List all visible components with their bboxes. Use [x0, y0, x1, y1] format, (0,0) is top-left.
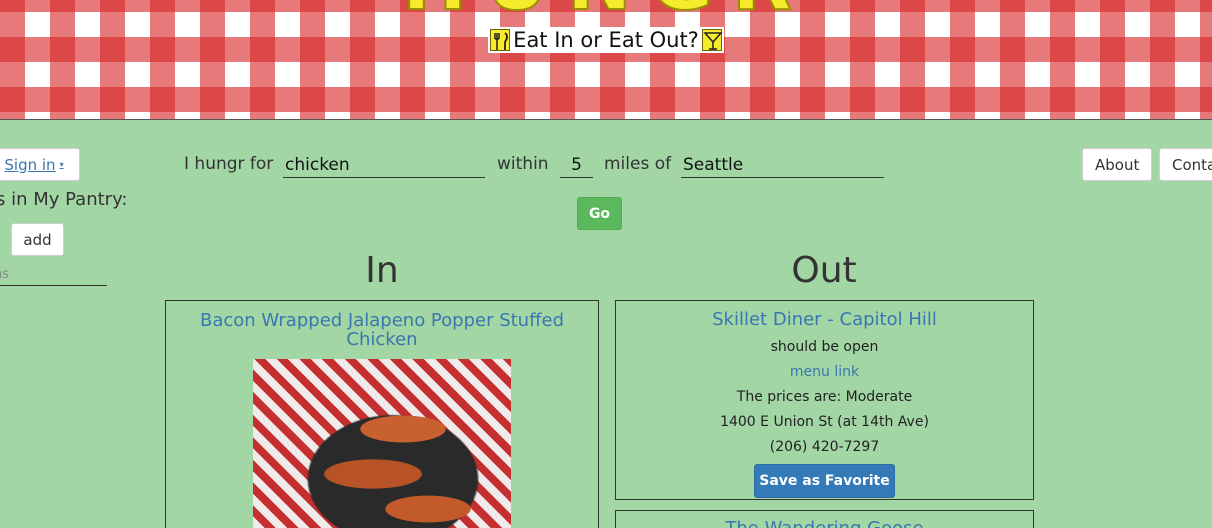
- pantry-title: s in My Pantry:: [0, 189, 128, 210]
- header-banner: HUNGR Eat In or Eat Out?: [0, 0, 1212, 120]
- recipe-title-link[interactable]: Bacon Wrapped Jalapeno Popper Stuffed Ch…: [166, 311, 598, 349]
- cocktail-glass-icon: [701, 29, 723, 51]
- fork-knife-icon: [490, 29, 511, 51]
- sign-in-dropdown[interactable]: Sign in ▾: [0, 148, 80, 181]
- tagline-row: Eat In or Eat Out?: [0, 27, 1212, 56]
- go-button[interactable]: Go: [577, 197, 622, 230]
- eat-out-heading: Out: [791, 250, 857, 291]
- within-label: within: [497, 154, 549, 174]
- phone-number: (206) 420-7297: [769, 439, 880, 455]
- restaurant-name-link[interactable]: Skillet Diner - Capitol Hill: [616, 309, 1033, 330]
- recipe-image[interactable]: [253, 359, 511, 528]
- hungr-for-label: I hungr for: [184, 154, 274, 174]
- restaurant-card: The Wandering Goose: [615, 510, 1034, 528]
- distance-input[interactable]: [560, 152, 593, 178]
- address: 1400 E Union St (at 14th Ave): [720, 414, 929, 430]
- location-input[interactable]: [681, 152, 884, 178]
- recipe-card: Bacon Wrapped Jalapeno Popper Stuffed Ch…: [165, 300, 599, 528]
- restaurant-card: Skillet Diner - Capitol Hill should be o…: [615, 300, 1034, 500]
- contact-button[interactable]: Conta: [1159, 148, 1212, 181]
- food-query-input[interactable]: [283, 152, 485, 178]
- brand-logo[interactable]: HUNGR: [0, 0, 1212, 29]
- save-favorite-button[interactable]: Save as Favorite: [754, 464, 895, 498]
- price-info: The prices are: Moderate: [736, 389, 913, 405]
- open-status: should be open: [770, 339, 879, 355]
- eat-in-heading: In: [365, 250, 399, 291]
- caret-down-icon: ▾: [59, 160, 64, 169]
- tagline-text: Eat In or Eat Out?: [513, 28, 699, 52]
- miles-of-label: miles of: [604, 154, 672, 174]
- add-ingredient-button[interactable]: add: [11, 223, 64, 256]
- sign-in-label: Sign in: [4, 155, 56, 174]
- about-button[interactable]: About: [1082, 148, 1152, 181]
- restaurant-name-link[interactable]: The Wandering Goose: [616, 518, 1033, 528]
- pantry-ingredient-input[interactable]: [0, 264, 107, 286]
- tagline: Eat In or Eat Out?: [488, 27, 724, 53]
- menu-link[interactable]: menu link: [616, 364, 1033, 380]
